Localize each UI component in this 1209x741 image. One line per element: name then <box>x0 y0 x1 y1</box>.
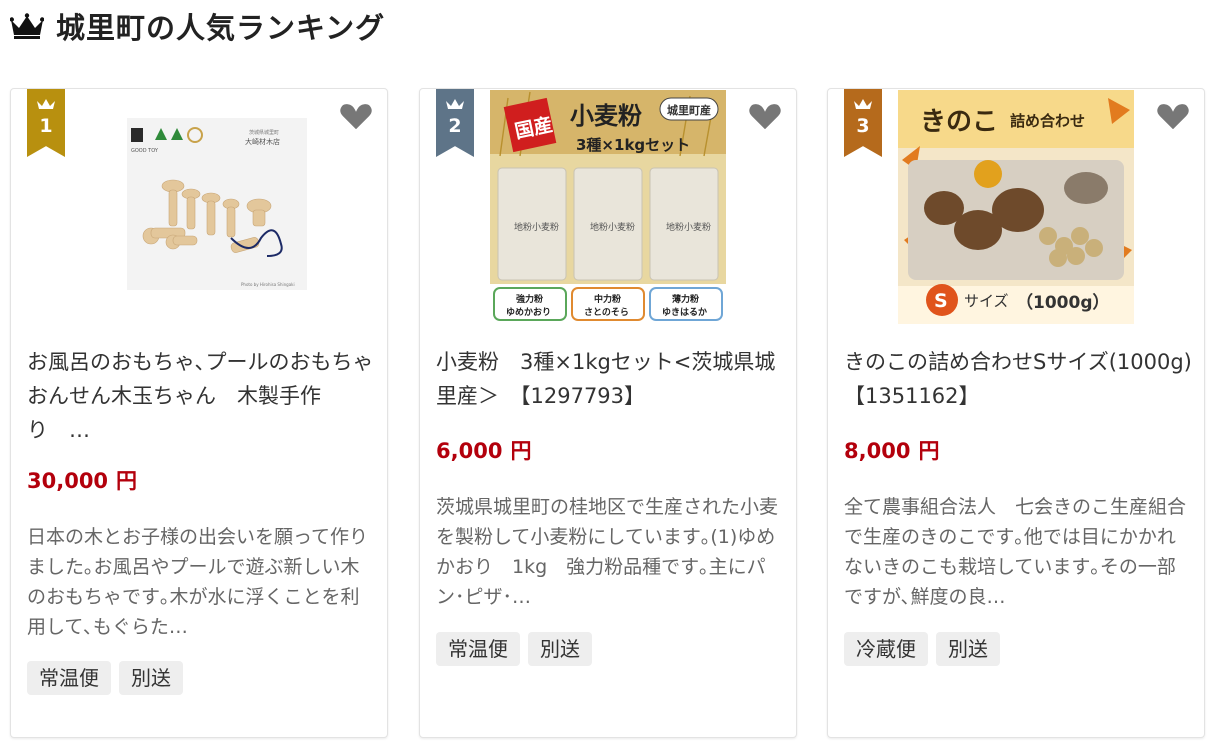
shipping-tags: 常温便 別送 <box>436 632 592 666</box>
tag-shipping-type: 常温便 <box>27 661 111 695</box>
product-description: 全て農事組合法人 七会きのこ生産組合で生産のきのこです｡他では目にかかれないきの… <box>844 496 1187 608</box>
shipping-tags: 常温便 別送 <box>27 661 183 695</box>
svg-text:詰め合わせ: 詰め合わせ <box>1010 112 1085 130</box>
favorite-button[interactable] <box>337 99 375 135</box>
rank-number: 1 <box>39 115 53 137</box>
page-title: 城里町の人気ランキング <box>56 11 386 45</box>
svg-text:城里町産: 城里町産 <box>667 103 711 117</box>
product-description: 茨城県城里町の桂地区で生産された小麦を製粉して小麦粉にしています｡(1)ゆめかお… <box>436 496 779 608</box>
shipping-tags: 冷蔵便 別送 <box>844 632 1000 666</box>
heart-icon <box>1155 101 1191 133</box>
rank-number: 2 <box>448 115 462 137</box>
product-price: 30,000 円 <box>27 469 138 493</box>
favorite-button[interactable] <box>746 99 784 135</box>
rank-badge: 3 <box>844 89 882 157</box>
tag-separate-shipping: 別送 <box>936 632 1000 666</box>
rank-number: 3 <box>856 115 870 137</box>
svg-text:ゆきはるか: ゆきはるか <box>662 307 707 318</box>
svg-text:（1000g）: （1000g） <box>1016 292 1109 313</box>
favorite-button[interactable] <box>1154 99 1192 135</box>
crown-icon <box>446 99 464 109</box>
product-image-wheat-flour[interactable]: 国産 小麦粉 3種×1kgセット 城里町産 地粉小麦粉 地粉小麦粉 地粉小麦粉 … <box>490 90 726 324</box>
crown-icon <box>854 99 872 109</box>
product-card[interactable]: 国産 小麦粉 3種×1kgセット 城里町産 地粉小麦粉 地粉小麦粉 地粉小麦粉 … <box>419 88 797 738</box>
product-title[interactable]: 小麦粉 3種×1kgセット<茨城県城里産＞ 【1297793】 <box>436 345 786 413</box>
svg-text:S: S <box>934 290 948 312</box>
product-card[interactable]: きのこ 詰め合わせ S サイズ （1000g） 3 きのこの詰め合わせSサイズ(… <box>827 88 1205 738</box>
ranking-list: GOOD TOY 茨城県城里町 大崎材木店 Photo by Hirohisa … <box>10 88 1206 741</box>
product-image-wooden-toys[interactable]: GOOD TOY 茨城県城里町 大崎材木店 Photo by Hirohisa … <box>81 90 317 324</box>
svg-text:大崎材木店: 大崎材木店 <box>245 137 280 146</box>
tag-separate-shipping: 別送 <box>528 632 592 666</box>
svg-text:地粉小麦粉: 地粉小麦粉 <box>514 221 559 233</box>
product-card[interactable]: GOOD TOY 茨城県城里町 大崎材木店 Photo by Hirohisa … <box>10 88 395 738</box>
heart-icon <box>747 101 783 133</box>
product-price: 6,000 円 <box>436 439 532 463</box>
svg-text:薄力粉: 薄力粉 <box>672 293 699 305</box>
product-image-mushrooms[interactable]: きのこ 詰め合わせ S サイズ （1000g） <box>898 90 1134 324</box>
svg-text:3種×1kgセット: 3種×1kgセット <box>576 136 690 154</box>
tag-shipping-type: 冷蔵便 <box>844 632 928 666</box>
ranking-heading: 城里町の人気ランキング <box>10 6 385 46</box>
svg-text:サイズ: サイズ <box>964 292 1009 310</box>
tag-shipping-type: 常温便 <box>436 632 520 666</box>
svg-text:さとのそら: さとのそら <box>584 307 629 318</box>
tag-separate-shipping: 別送 <box>119 661 183 695</box>
svg-text:地粉小麦粉: 地粉小麦粉 <box>666 221 711 233</box>
svg-text:地粉小麦粉: 地粉小麦粉 <box>590 221 635 233</box>
product-price: 8,000 円 <box>844 439 940 463</box>
svg-text:ゆめかおり: ゆめかおり <box>506 307 551 318</box>
product-title[interactable]: きのこの詰め合わせSサイズ(1000g)【1351162】 <box>844 345 1194 413</box>
heart-icon <box>338 101 374 133</box>
rank-badge: 2 <box>436 89 474 157</box>
crown-icon <box>10 13 44 39</box>
svg-text:GOOD TOY: GOOD TOY <box>131 148 159 154</box>
rank-badge: 1 <box>27 89 65 157</box>
product-title[interactable]: お風呂のおもちゃ､プールのおもちゃ おんせん木玉ちゃん 木製手作り … <box>27 345 395 447</box>
crown-icon <box>37 99 55 109</box>
svg-text:茨城県城里町: 茨城県城里町 <box>249 129 279 136</box>
svg-text:中力粉: 中力粉 <box>594 293 621 305</box>
svg-text:きのこ: きのこ <box>920 107 998 137</box>
product-description: 日本の木とお子様の出会いを願って作りました｡お風呂やプールで遊ぶ新しい木のおもち… <box>27 526 369 638</box>
svg-text:小麦粉: 小麦粉 <box>570 102 642 130</box>
svg-text:強力粉: 強力粉 <box>516 293 543 305</box>
svg-text:Photo by Hirohisa Shingaki: Photo by Hirohisa Shingaki <box>241 282 295 287</box>
